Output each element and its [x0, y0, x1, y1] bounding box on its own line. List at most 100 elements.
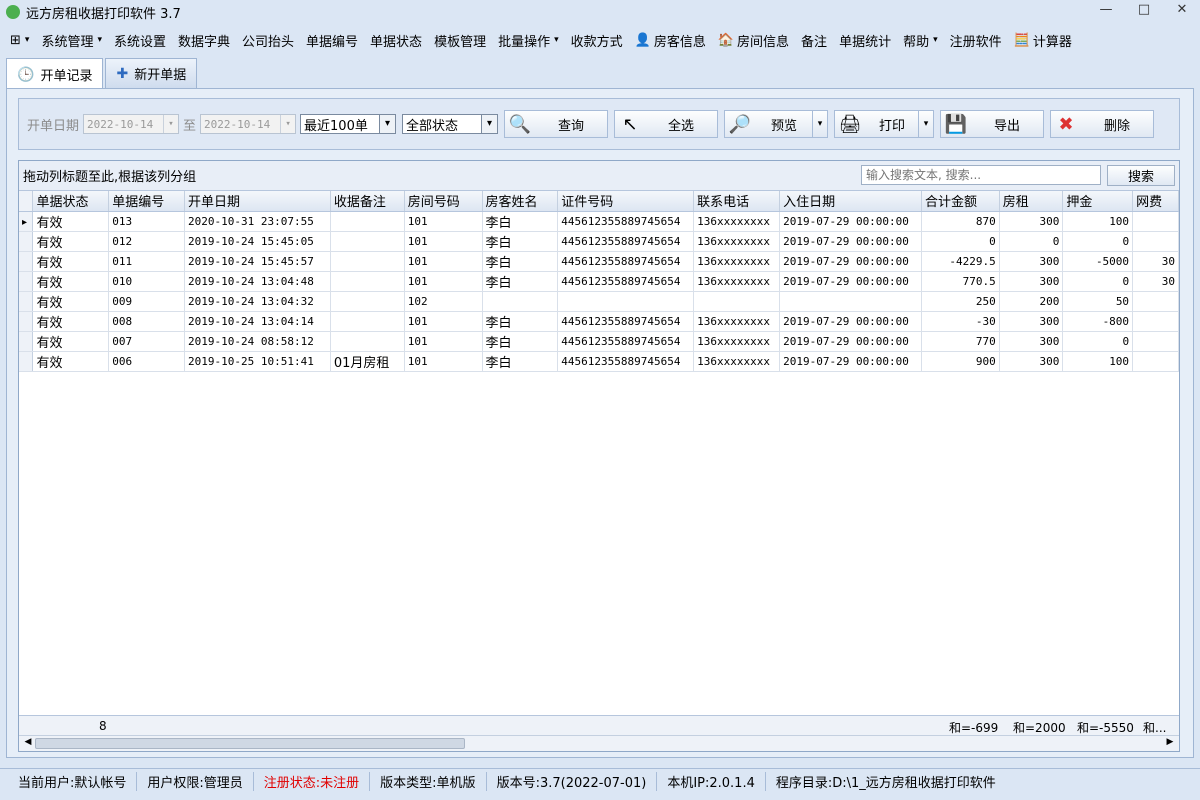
scroll-left-icon[interactable]: ◀ [21, 737, 35, 747]
row-indicator[interactable] [19, 311, 34, 332]
table-cell[interactable]: 0 [921, 231, 1000, 252]
date-from-field[interactable]: 2022-10-14 [83, 114, 180, 134]
table-cell[interactable]: 2019-07-29 00:00:00 [779, 211, 922, 232]
table-cell[interactable]: 2019-10-24 08:58:12 [184, 331, 331, 352]
table-cell[interactable]: 李白 [482, 311, 559, 332]
table-cell[interactable]: 2019-07-29 00:00:00 [779, 311, 922, 332]
table-cell[interactable]: 有效 [32, 351, 110, 372]
table-cell[interactable]: 101 [404, 251, 483, 272]
close-button[interactable]: ✕ [1170, 2, 1194, 17]
export-button[interactable]: 💾 导出 [940, 110, 1045, 138]
menu-item-4[interactable]: 单据编号 [306, 31, 358, 50]
table-cell[interactable]: 101 [404, 331, 483, 352]
table-cell[interactable]: 136xxxxxxxx [693, 351, 781, 372]
table-cell[interactable]: 445612355889745654 [557, 271, 695, 292]
column-header[interactable]: 房租 [999, 191, 1064, 212]
menu-layout-icon[interactable]: ⊞ [10, 33, 29, 48]
table-cell[interactable]: 009 [108, 291, 185, 312]
table-cell[interactable]: 2019-10-24 13:04:32 [184, 291, 331, 312]
table-cell[interactable]: 李白 [482, 251, 559, 272]
table-row[interactable]: 有效0132020-10-31 23:07:55 101李白44561235588… [19, 211, 1179, 232]
status-select[interactable]: 全部状态 [402, 114, 499, 134]
table-cell[interactable]: 136xxxxxxxx [693, 211, 781, 232]
table-cell[interactable]: 250 [921, 291, 1000, 312]
menu-item-1[interactable]: 系统设置 [114, 31, 166, 50]
table-cell[interactable]: 李白 [482, 271, 559, 292]
table-cell[interactable]: 136xxxxxxxx [693, 331, 781, 352]
table-cell[interactable]: 有效 [32, 311, 110, 332]
table-cell[interactable]: 李白 [482, 231, 559, 252]
table-cell[interactable]: 870 [921, 211, 1000, 232]
table-cell[interactable]: 有效 [32, 231, 110, 252]
column-header[interactable]: 入住日期 [779, 191, 922, 212]
table-cell[interactable]: 770 [921, 331, 1000, 352]
scroll-thumb[interactable] [35, 738, 465, 749]
query-button[interactable]: 🔍 查询 [504, 110, 609, 138]
table-cell[interactable]: 01月房租 [330, 351, 405, 372]
table-cell[interactable]: 136xxxxxxxx [693, 231, 781, 252]
table-cell[interactable]: 445612355889745654 [557, 231, 695, 252]
column-header[interactable]: 证件号码 [557, 191, 695, 212]
table-row[interactable]: 有效 010 2019-10-24 13:04:48 101 李白 44561235588… [19, 271, 1179, 292]
tab-new-receipt[interactable]: ✚ 新开单据 [105, 58, 198, 88]
table-cell[interactable] [1132, 351, 1179, 372]
table-cell[interactable] [1132, 211, 1179, 232]
menu-item-11[interactable]: 备注 [801, 31, 827, 50]
table-cell[interactable]: 300 [999, 271, 1064, 292]
table-cell[interactable]: 2019-07-29 00:00:00 [779, 351, 922, 372]
table-cell[interactable]: 2019-07-29 00:00:00 [779, 271, 922, 292]
table-cell[interactable]: 200 [999, 291, 1064, 312]
table-cell[interactable]: 2019-07-29 00:00:00 [779, 231, 922, 252]
table-cell[interactable]: 136xxxxxxxx [693, 271, 781, 292]
table-cell[interactable]: 013 [108, 211, 185, 232]
row-indicator[interactable] [19, 351, 34, 372]
menu-item-6[interactable]: 模板管理 [434, 31, 486, 50]
table-row[interactable]: 有效 008 2019-10-24 13:04:14 101 李白 44561235588… [19, 311, 1179, 332]
row-indicator[interactable] [19, 211, 34, 232]
table-cell[interactable] [330, 291, 405, 312]
table-cell[interactable]: -30 [921, 311, 1000, 332]
horizontal-scrollbar[interactable]: ◀ ▶ [19, 735, 1179, 751]
table-cell[interactable]: 012 [108, 231, 185, 252]
table-cell[interactable]: 2019-07-29 00:00:00 [779, 331, 922, 352]
table-cell[interactable]: 0 [1062, 331, 1134, 352]
table-cell[interactable] [330, 271, 405, 292]
menu-item-15[interactable]: 🧮 计算器 [1014, 31, 1072, 50]
table-cell[interactable]: 770.5 [921, 271, 1000, 292]
table-cell[interactable] [693, 291, 781, 312]
table-cell[interactable]: 445612355889745654 [557, 311, 695, 332]
table-cell[interactable]: 2019-10-24 15:45:57 [184, 251, 331, 272]
table-cell[interactable] [330, 231, 405, 252]
menu-item-3[interactable]: 公司抬头 [242, 31, 294, 50]
menu-item-2[interactable]: 数据字典 [178, 31, 230, 50]
table-cell[interactable] [1132, 311, 1179, 332]
table-cell[interactable]: 李白 [482, 351, 559, 372]
column-header[interactable]: 开单日期 [184, 191, 331, 212]
table-cell[interactable]: 008 [108, 311, 185, 332]
table-cell[interactable]: 445612355889745654 [557, 211, 695, 232]
column-header[interactable]: 单据状态 [32, 191, 110, 212]
table-cell[interactable] [330, 311, 405, 332]
table-cell[interactable]: 2019-10-25 10:51:41 [184, 351, 331, 372]
table-cell[interactable] [779, 291, 922, 312]
table-cell[interactable]: 300 [999, 211, 1064, 232]
table-cell[interactable]: 101 [404, 351, 483, 372]
table-cell[interactable]: 2019-07-29 00:00:00 [779, 251, 922, 272]
row-indicator[interactable] [19, 251, 34, 272]
table-cell[interactable]: 101 [404, 271, 483, 292]
row-indicator[interactable] [19, 231, 34, 252]
search-input[interactable] [861, 165, 1101, 185]
table-cell[interactable] [330, 331, 405, 352]
menu-item-0[interactable]: 系统管理 [41, 31, 102, 50]
table-cell[interactable]: 30 [1132, 271, 1179, 292]
column-header[interactable]: 网费 [1132, 191, 1179, 212]
table-cell[interactable]: 有效 [32, 211, 110, 232]
table-cell[interactable] [557, 291, 695, 312]
group-panel[interactable]: 拖动列标题至此,根据该列分组 搜索 [19, 161, 1179, 191]
delete-button[interactable]: ✖ 删除 [1050, 110, 1155, 138]
table-cell[interactable]: 900 [921, 351, 1000, 372]
table-cell[interactable]: 有效 [32, 331, 110, 352]
row-indicator[interactable] [19, 331, 34, 352]
table-cell[interactable]: 010 [108, 271, 185, 292]
range-select[interactable]: 最近100单 [300, 114, 397, 134]
